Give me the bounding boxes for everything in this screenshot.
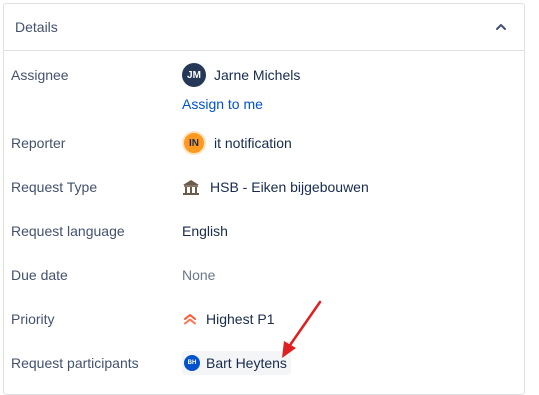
details-title: Details — [15, 19, 58, 35]
assign-to-me-row: Assign to me — [11, 92, 516, 116]
request-participants-label: Request participants — [11, 355, 139, 371]
request-participants-value: BH Bart Heytens — [182, 351, 291, 375]
priority-highest-icon — [182, 311, 198, 327]
participant-name: Bart Heytens — [206, 355, 287, 371]
reporter-name: it notification — [214, 135, 292, 151]
assign-to-me-link[interactable]: Assign to me — [182, 96, 263, 112]
field-assignee: Assignee JM Jarne Michels — [11, 63, 516, 87]
request-type-text: HSB - Eiken bijgebouwen — [210, 179, 369, 195]
field-request-language: Request language English — [11, 219, 516, 243]
assignee-value[interactable]: JM Jarne Michels — [182, 63, 300, 87]
priority-value[interactable]: Highest P1 — [182, 307, 274, 331]
assignee-name: Jarne Michels — [214, 67, 301, 83]
request-language-label: Request language — [11, 223, 125, 239]
building-icon — [182, 178, 200, 196]
priority-label: Priority — [11, 311, 55, 327]
due-date-value[interactable]: None — [182, 263, 215, 287]
details-header[interactable]: Details — [4, 4, 524, 51]
field-request-participants: Request participants BH Bart Heytens — [11, 351, 516, 375]
field-request-type: Request Type HSB - Eiken bijgebouwen — [11, 175, 516, 199]
avatar: BH — [184, 355, 200, 371]
request-type-label: Request Type — [11, 179, 98, 195]
field-due-date: Due date None — [11, 263, 516, 287]
reporter-label: Reporter — [11, 135, 66, 151]
field-priority: Priority Highest P1 — [11, 307, 516, 331]
request-language-value[interactable]: English — [182, 219, 228, 243]
request-language-text: English — [182, 223, 228, 239]
details-panel: Details — [3, 3, 525, 395]
due-date-text: None — [182, 267, 216, 283]
request-type-value[interactable]: HSB - Eiken bijgebouwen — [182, 175, 369, 199]
due-date-label: Due date — [11, 267, 68, 283]
avatar: JM — [182, 63, 206, 87]
avatar: IN — [182, 131, 206, 155]
field-reporter: Reporter IN it notification — [11, 131, 516, 155]
reporter-value[interactable]: IN it notification — [182, 131, 292, 155]
assignee-label: Assignee — [11, 67, 69, 83]
participant-chip[interactable]: BH Bart Heytens — [182, 351, 291, 375]
chevron-up-icon — [495, 18, 507, 36]
collapse-button[interactable] — [492, 18, 510, 36]
priority-text: Highest P1 — [206, 311, 275, 327]
